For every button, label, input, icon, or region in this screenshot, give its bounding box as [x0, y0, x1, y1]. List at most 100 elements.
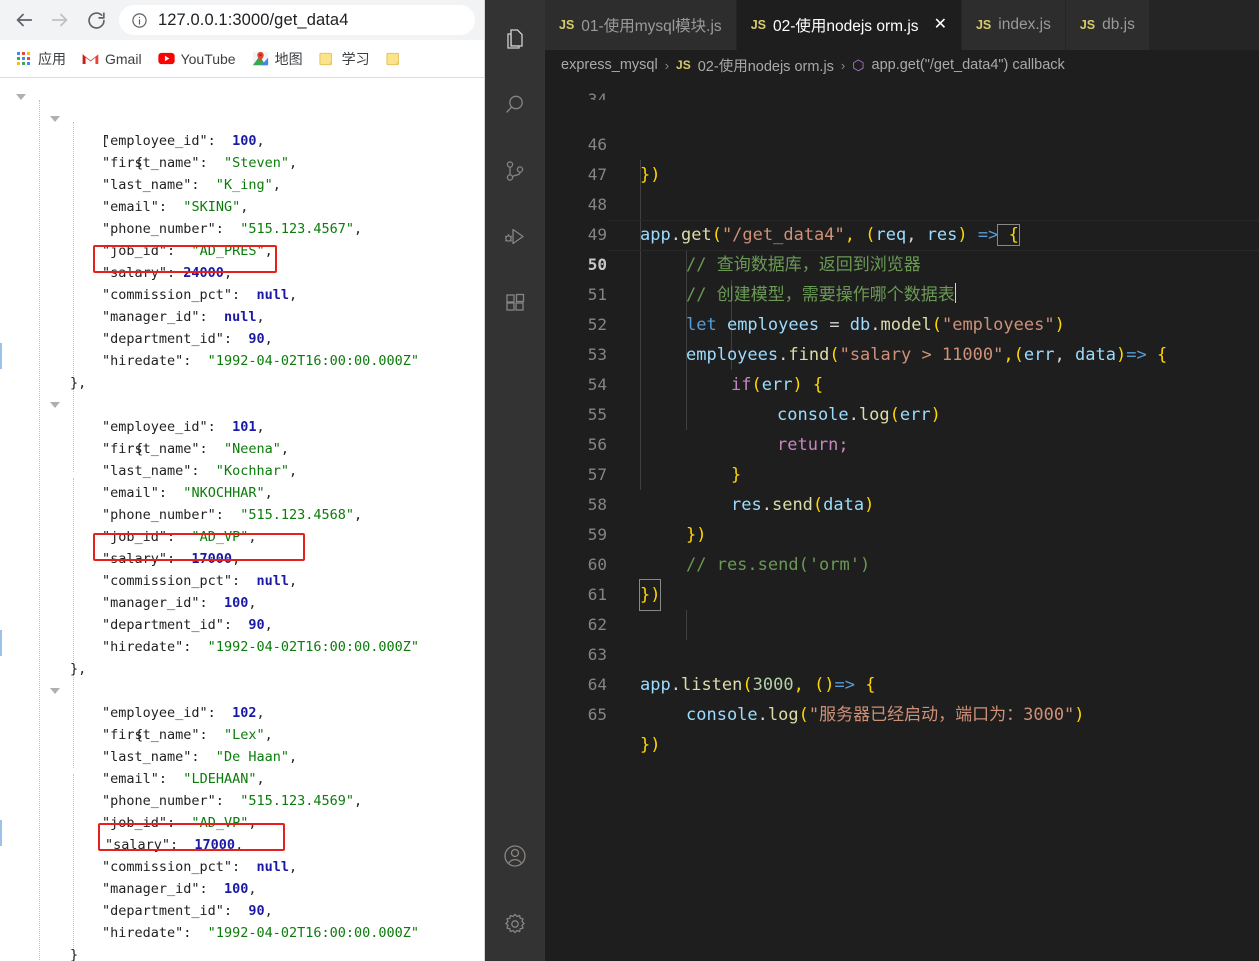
activity-bar — [485, 0, 545, 961]
search-icon — [502, 92, 528, 123]
collapse-triangle-icon[interactable] — [50, 402, 60, 408]
code-text: console.log("服务器已经启动，端口为：3000") — [686, 705, 1085, 725]
gear-icon — [501, 910, 529, 943]
code-line-52: 52 employees.find("salary > 11000",(err,… — [545, 280, 1259, 365]
json-pair-commission_pct: "commission_pct": null, — [102, 287, 298, 303]
json-pair-department_id: "department_id": 90, — [102, 617, 273, 633]
code-line-60: 60 }) — [545, 520, 1259, 611]
breadcrumb-separator: › — [664, 57, 670, 73]
forward-button[interactable] — [42, 2, 78, 38]
json-pair-manager_id: "manager_id": 100, — [102, 881, 257, 897]
json-pair-employee_id: "employee_id": 100, — [102, 133, 265, 149]
code-line-63: 63 app.listen(3000, ()=> { — [545, 610, 1259, 695]
editor-column: JS 01-使用mysql模块.js JS 02-使用nodejs orm.js… — [545, 0, 1259, 961]
code-line-59: 59 // res.send('orm') — [545, 490, 1259, 575]
vscode-window: JS 01-使用mysql模块.js JS 02-使用nodejs orm.js… — [485, 0, 1259, 961]
tab-label: 02-使用nodejs orm.js — [772, 18, 919, 35]
sidebar-item-accounts[interactable] — [485, 825, 545, 891]
gmail-icon — [82, 50, 99, 67]
bookmark-maps[interactable]: 地图 — [244, 46, 311, 72]
js-file-icon: JS — [750, 18, 766, 32]
breadcrumb-item-file[interactable]: 02-使用nodejs orm.js — [698, 55, 834, 76]
extensions-icon — [502, 290, 528, 321]
code-line-53: 53 if(err) { — [545, 310, 1259, 395]
folder-icon — [319, 50, 336, 67]
json-pair-salary: "salary": 17000, — [105, 837, 244, 853]
json-pair-commission_pct: "commission_pct": null, — [102, 859, 298, 875]
collapse-triangle-icon[interactable] — [16, 94, 26, 100]
bookmarks-bar: 应用 Gmail YouTube 地图 学习 — [0, 40, 485, 78]
tab-label: 01-使用mysql模块.js — [581, 18, 722, 35]
back-button[interactable] — [6, 2, 42, 38]
collapse-triangle-icon[interactable] — [50, 116, 60, 122]
sidebar-item-extensions[interactable] — [485, 272, 545, 338]
reload-icon — [87, 11, 105, 29]
breadcrumb-item-folder[interactable]: express_mysql — [561, 57, 658, 73]
line-number: 34 — [587, 90, 607, 100]
tab-db-js[interactable]: JS db.js — [1065, 0, 1150, 50]
bookmark-folder-partial[interactable] — [378, 46, 409, 72]
json-pair-hiredate: "hiredate": "1992-04-02T16:00:00.000Z" — [102, 925, 420, 941]
json-object-close-row: }, — [70, 661, 87, 677]
sticky-scroll-line[interactable]: 34 app.get("/get_data3", (req, res) => {… — [545, 80, 1259, 100]
json-response-viewer: [ { "employee_id": 100, "first_name": "S… — [0, 78, 485, 961]
breadcrumb-item-symbol[interactable]: app.get("/get_data4") callback — [872, 57, 1065, 73]
tab-02-nodejs-orm[interactable]: JS 02-使用nodejs orm.js ✕ — [736, 0, 962, 50]
code-line-48: 48 app.get("/get_data4", (req, res) => { — [545, 160, 1259, 246]
tab-index-js[interactable]: JS index.js — [961, 0, 1066, 50]
code-line-57: 57 res.send(data) — [545, 430, 1259, 515]
bookmark-folder-study[interactable]: 学习 — [311, 46, 378, 72]
json-pair-commission_pct: "commission_pct": null, — [102, 573, 298, 589]
apps-grid-icon — [15, 50, 32, 67]
google-maps-icon — [252, 50, 269, 67]
bookmark-label: 学习 — [341, 50, 370, 67]
json-pair-phone_number: "phone_number": "515.123.4567", — [102, 221, 363, 237]
tab-label: index.js — [998, 16, 1051, 33]
tab-01-mysql-module[interactable]: JS 01-使用mysql模块.js — [545, 0, 737, 50]
bookmark-label: Gmail — [105, 50, 142, 67]
json-pair-employee_id: "employee_id": 101, — [102, 419, 265, 435]
json-pair-first_name: "first_name": "Neena", — [102, 441, 289, 457]
breadcrumb-separator: › — [840, 57, 846, 73]
code-line-54: 54 console.log(err) — [545, 340, 1259, 425]
collapse-triangle-icon[interactable] — [50, 688, 60, 694]
breadcrumb: express_mysql › JS 02-使用nodejs orm.js › … — [545, 50, 1259, 80]
address-bar[interactable]: 127.0.0.1:3000/get_data4 — [119, 5, 475, 35]
bookmark-apps[interactable]: 应用 — [7, 46, 74, 72]
sidebar-item-source-control[interactable] — [485, 140, 545, 206]
js-file-icon: JS — [975, 18, 992, 32]
run-debug-icon — [502, 224, 528, 255]
bookmark-label: 应用 — [38, 50, 66, 67]
code-line-61: 61 — [545, 550, 1259, 604]
json-pair-phone_number: "phone_number": "515.123.4568", — [102, 507, 363, 523]
code-text: }) — [640, 735, 661, 755]
code-editor[interactable]: 34 app.get("/get_data3", (req, res) => {… — [545, 80, 1259, 961]
json-pair-salary: "salary": 17000, — [102, 551, 241, 567]
bookmark-gmail[interactable]: Gmail — [74, 46, 150, 72]
close-icon[interactable]: ✕ — [934, 17, 947, 33]
forward-arrow-icon — [51, 13, 68, 27]
bookmark-youtube[interactable]: YouTube — [150, 46, 244, 72]
json-pair-department_id: "department_id": 90, — [102, 903, 273, 919]
reload-button[interactable] — [78, 2, 114, 38]
line-number: 65 — [587, 705, 607, 724]
js-file-icon: JS — [559, 18, 575, 32]
code-line-51: 51 let employees = db.model("employees") — [545, 250, 1259, 335]
browser-toolbar: 127.0.0.1:3000/get_data4 — [0, 0, 485, 40]
code-line-56: 56 } — [545, 400, 1259, 485]
info-circle-icon[interactable] — [131, 12, 148, 29]
sidebar-item-run-debug[interactable] — [485, 206, 545, 272]
json-pair-last_name: "last_name": "Kochhar", — [102, 463, 298, 479]
json-pair-manager_id: "manager_id": null, — [102, 309, 265, 325]
sidebar-item-settings[interactable] — [485, 891, 545, 961]
sidebar-item-search[interactable] — [485, 74, 545, 140]
json-pair-job_id: "job_id": "AD_PRES", — [102, 243, 273, 259]
json-object-close-row: } — [70, 947, 79, 961]
json-array-open-row: [ — [0, 86, 485, 149]
json-pair-employee_id: "employee_id": 102, — [102, 705, 265, 721]
json-pair-email: "email": "NKOCHHAR", — [102, 485, 273, 501]
json-pair-email: "email": "SKING", — [102, 199, 249, 215]
sidebar-item-explorer[interactable] — [485, 8, 545, 74]
json-pair-salary: "salary": 24000, — [102, 265, 233, 281]
source-control-icon — [502, 158, 528, 189]
